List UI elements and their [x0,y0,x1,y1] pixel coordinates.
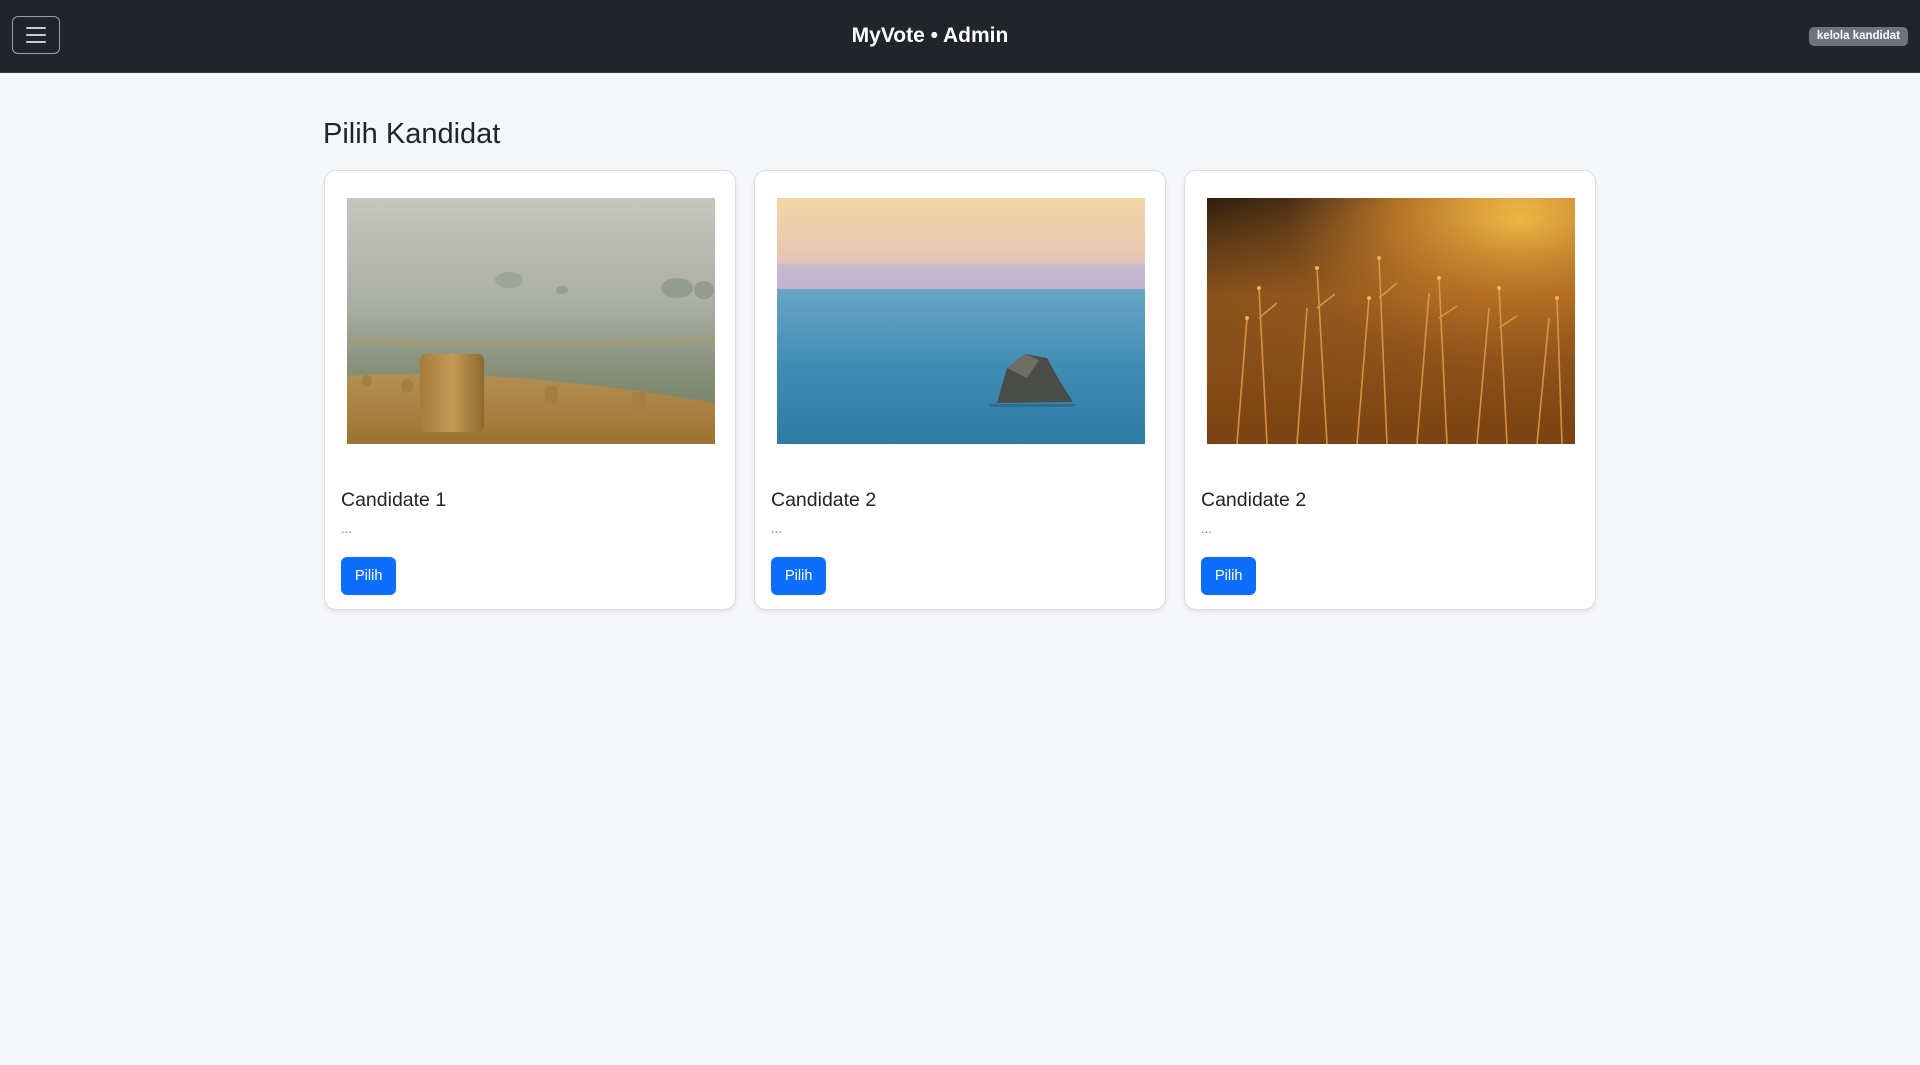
candidate-card: Candidate 2 ... Pilih [1184,170,1596,610]
candidate-photo [1207,198,1575,444]
candidate-card: Candidate 1 ... Pilih [324,170,736,610]
candidate-description: ... [771,521,782,536]
candidate-name: Candidate 2 [1201,489,1307,511]
top-navbar: MyVote • Admin kelola kandidat [0,0,1920,73]
choose-candidate-button[interactable]: Pilih [341,557,397,595]
choose-candidate-button[interactable]: Pilih [771,557,827,595]
manage-candidates-badge[interactable]: kelola kandidat [1808,27,1908,46]
candidate-description: ... [341,521,352,536]
candidate-photo [347,198,715,444]
choose-candidate-button[interactable]: Pilih [1201,557,1257,595]
candidate-photo [777,198,1145,444]
candidate-description: ... [1201,521,1212,536]
candidate-name: Candidate 2 [771,489,877,511]
candidate-name: Candidate 1 [341,489,447,511]
page-title: Pilih Kandidat [323,118,501,150]
navbar-brand[interactable]: MyVote • Admin [0,0,1860,72]
candidate-card: Candidate 2 ... Pilih [754,170,1166,610]
